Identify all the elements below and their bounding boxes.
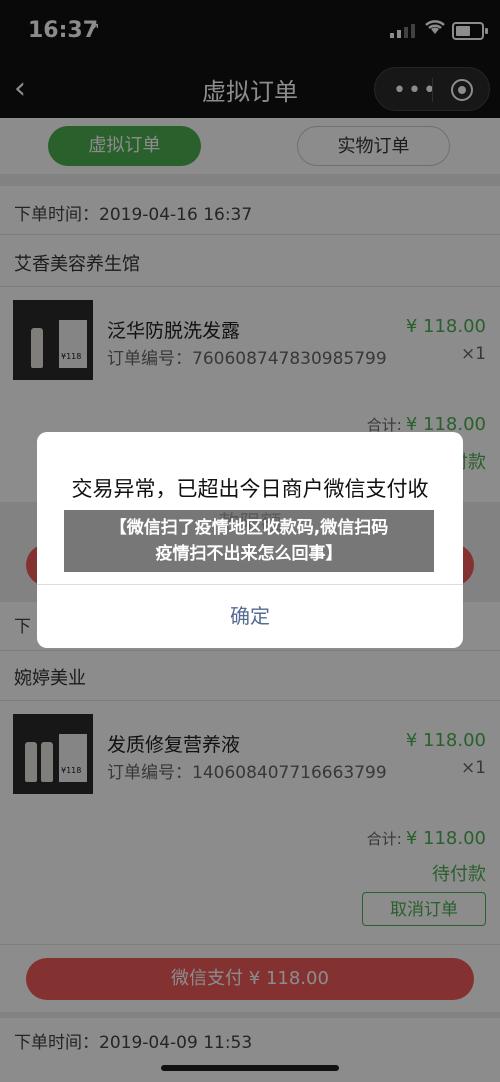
home-indicator[interactable]	[161, 1065, 339, 1071]
banner-line: 【微信扫了疫情地区收款码,微信扫码	[109, 518, 389, 538]
caption-banner: 【微信扫了疫情地区收款码,微信扫码 疫情扫不出来怎么回事】	[64, 510, 434, 572]
confirm-button[interactable]: 确定	[37, 584, 463, 648]
banner-line: 疫情扫不出来怎么回事】	[155, 544, 343, 564]
